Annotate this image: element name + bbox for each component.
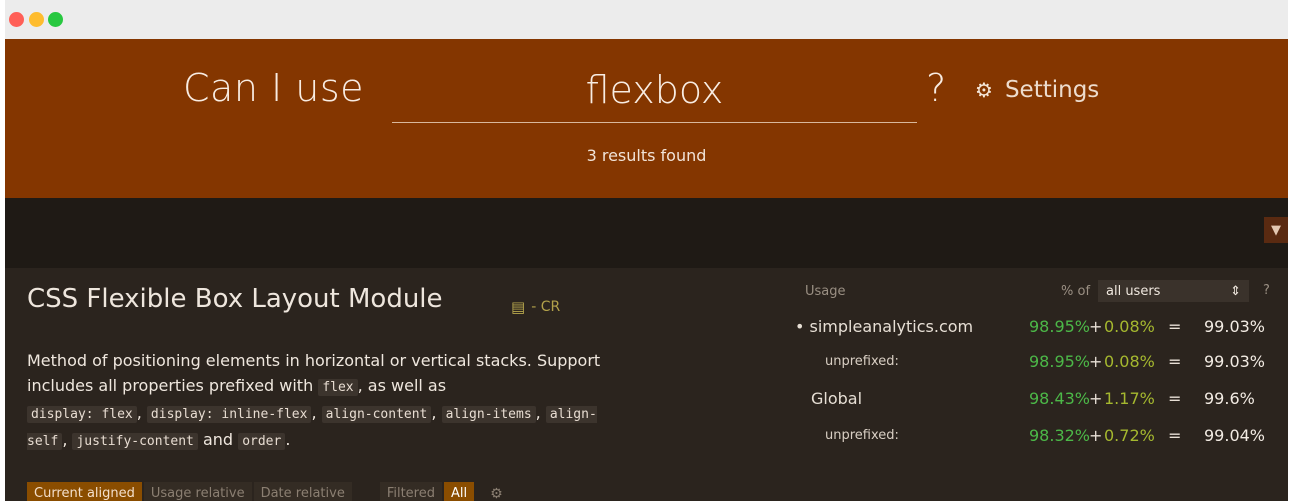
code-flex: flex	[318, 379, 358, 396]
usage-row: unprefixed: 98.95% + 0.08% = 99.03%	[799, 352, 1288, 376]
plus-sign: +	[1089, 352, 1103, 371]
total-percent: 99.03%	[1204, 317, 1266, 336]
supported-percent: 98.95%	[1029, 352, 1091, 371]
equals-sign: =	[1168, 389, 1182, 408]
select-arrows-icon: ⇕	[1230, 283, 1241, 299]
partial-percent: 0.72%	[1104, 426, 1155, 445]
usage-panel: Usage % of all users ⇕ ? • simpleanalyti…	[795, 268, 1288, 501]
description-and: and	[202, 430, 234, 449]
total-percent: 99.04%	[1204, 426, 1266, 445]
tab-all[interactable]: All	[444, 482, 475, 501]
feature-description: Method of positioning elements in horizo…	[27, 351, 601, 450]
tab-date-relative[interactable]: Date relative	[253, 482, 352, 501]
settings-button[interactable]: ⚙ Settings	[975, 77, 1099, 103]
settings-label: Settings	[1004, 77, 1100, 103]
filter-bar: ▼	[5, 198, 1288, 268]
tab-current-aligned[interactable]: Current aligned	[27, 482, 142, 501]
filter-icon: ▼	[1271, 222, 1281, 238]
percent-of-label: % of	[1061, 284, 1091, 299]
code-align-content: align-content	[321, 406, 432, 423]
tab-usage-relative[interactable]: Usage relative	[143, 482, 252, 501]
feature-title: CSS Flexible Box Layout Module	[27, 284, 443, 314]
description-as-well-as: , as well as	[357, 376, 447, 395]
document-icon: ▤	[511, 298, 526, 316]
usage-scope-value: all users	[1106, 283, 1161, 299]
minimize-window-button[interactable]	[29, 12, 44, 27]
usage-help[interactable]: ?	[1263, 283, 1270, 298]
usage-row-label: unprefixed:	[825, 428, 899, 443]
usage-scope-select[interactable]: all users ⇕	[1098, 280, 1249, 302]
code-order: order	[238, 433, 286, 450]
question-mark-text: ?	[926, 66, 947, 110]
equals-sign: =	[1168, 317, 1182, 336]
code-align-items: align-items	[441, 406, 536, 423]
gear-icon: ⚙	[975, 78, 993, 102]
code-display-flex: display: flex	[27, 406, 137, 423]
gear-icon[interactable]: ⚙	[490, 486, 503, 501]
site-title: Can I use	[183, 66, 365, 110]
usage-row-label: Global	[811, 389, 863, 408]
filter-button[interactable]: ▼	[1264, 217, 1288, 243]
usage-row: Global 98.43% + 1.17% = 99.6%	[799, 389, 1288, 413]
description-period: .	[285, 430, 291, 449]
search-field-wrapper	[392, 61, 917, 123]
tab-filtered[interactable]: Filtered	[379, 482, 442, 501]
total-percent: 99.03%	[1204, 352, 1266, 371]
spec-status-link[interactable]: ▤ - CR	[511, 298, 560, 316]
usage-row-label: unprefixed:	[825, 354, 899, 369]
browser-window: Can I use ? ⚙ Settings 3 results found ▼…	[5, 0, 1288, 501]
search-input[interactable]	[392, 61, 917, 119]
plus-sign: +	[1089, 426, 1103, 445]
spec-status: - CR	[531, 299, 561, 315]
view-mode-tabs: Current aligned Usage relative Date rela…	[27, 482, 503, 501]
supported-percent: 98.43%	[1029, 389, 1091, 408]
search-header: Can I use ? ⚙ Settings 3 results found	[5, 39, 1288, 198]
partial-percent: 0.08%	[1104, 352, 1155, 371]
zoom-window-button[interactable]	[48, 12, 63, 27]
usage-row: unprefixed: 98.32% + 0.72% = 99.04%	[799, 426, 1288, 450]
plus-sign: +	[1089, 317, 1103, 336]
window-titlebar	[5, 0, 1288, 39]
plus-sign: +	[1089, 389, 1103, 408]
usage-row: • simpleanalytics.com 98.95% + 0.08% = 9…	[795, 317, 1288, 341]
partial-percent: 1.17%	[1104, 389, 1155, 408]
close-window-button[interactable]	[9, 12, 24, 27]
feature-card: CSS Flexible Box Layout Module ▤ - CR Me…	[5, 268, 1288, 501]
partial-percent: 0.08%	[1104, 317, 1155, 336]
results-count: 3 results found	[586, 146, 707, 165]
total-percent: 99.6%	[1204, 389, 1255, 408]
equals-sign: =	[1168, 426, 1182, 445]
usage-row-label: • simpleanalytics.com	[795, 317, 974, 336]
code-justify-content: justify-content	[72, 433, 198, 450]
supported-percent: 98.32%	[1029, 426, 1091, 445]
description-intro: Method of positioning elements in horizo…	[27, 351, 601, 395]
equals-sign: =	[1168, 352, 1182, 371]
usage-label: Usage	[805, 284, 846, 299]
code-display-inline-flex: display: inline-flex	[146, 406, 312, 423]
supported-percent: 98.95%	[1029, 317, 1091, 336]
